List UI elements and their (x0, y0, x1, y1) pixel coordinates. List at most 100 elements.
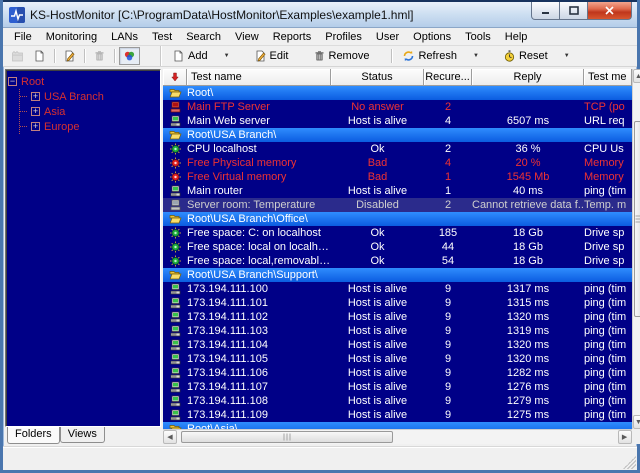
table-row[interactable]: 173.194.111.108Host is alive91279 msping… (163, 394, 632, 408)
scroll-up-icon[interactable]: ▲ (633, 69, 640, 83)
server-green-icon (169, 283, 182, 295)
table-row[interactable]: 173.194.111.101Host is alive91315 msping… (163, 296, 632, 310)
table-row[interactable]: Free space: local on localhostOk4418 GbD… (163, 240, 632, 254)
menu-lans[interactable]: LANs (104, 30, 145, 44)
scroll-right-icon[interactable]: ▶ (618, 430, 632, 444)
menu-bar: FileMonitoringLANsTestSearchViewReportsP… (3, 28, 637, 46)
table-row[interactable]: Free space: local,removable on loc...Ok5… (163, 254, 632, 268)
remove-button[interactable]: Remove (308, 47, 375, 65)
table-row[interactable]: 173.194.111.100Host is alive91317 msping… (163, 282, 632, 296)
test-method-cell: Drive sp (584, 254, 632, 268)
tab-views[interactable]: Views (60, 427, 105, 443)
table-row[interactable]: Main FTP ServerNo answer2TCP (po (163, 100, 632, 114)
table-row[interactable]: Root\ (163, 86, 632, 100)
table-row[interactable]: Free space: C: on localhostOk18518 GbDri… (163, 226, 632, 240)
table-row[interactable]: 173.194.111.104Host is alive91320 msping… (163, 338, 632, 352)
vertical-scrollbar[interactable]: ▲ ▼ (632, 69, 640, 429)
status-cell: Host is alive (331, 324, 424, 338)
reset-button[interactable]: Reset (498, 47, 553, 65)
column-header-recure[interactable]: Recure... (424, 69, 472, 86)
recurrences-cell: 9 (424, 352, 472, 366)
server-green-icon (169, 297, 182, 309)
expand-icon[interactable]: + (31, 92, 40, 101)
test-method-cell: ping (tim (584, 394, 632, 408)
table-row[interactable]: Free Virtual memoryBad11545 MbMemory (163, 170, 632, 184)
table-row[interactable]: 173.194.111.106Host is alive91282 msping… (163, 366, 632, 380)
menu-options[interactable]: Options (406, 30, 458, 44)
reset-dropdown-icon[interactable]: ▼ (555, 47, 575, 65)
tree-node-europe[interactable]: +Europe (20, 119, 158, 134)
toolbar-separator (391, 49, 392, 63)
table-row[interactable]: Free Physical memoryBad420 %Memory (163, 156, 632, 170)
menu-tools[interactable]: Tools (458, 30, 498, 44)
menu-help[interactable]: Help (498, 30, 535, 44)
close-button[interactable] (587, 2, 632, 20)
table-row[interactable]: Server room: TemperatureDisabled2Cannot … (163, 198, 632, 212)
test-method-cell: CPU Us (584, 142, 632, 156)
expand-icon[interactable]: + (31, 107, 40, 116)
minimize-button[interactable] (531, 2, 560, 20)
hscroll-track (393, 430, 618, 444)
menu-user[interactable]: User (369, 30, 406, 44)
menu-profiles[interactable]: Profiles (318, 30, 369, 44)
recurrences-cell: 9 (424, 282, 472, 296)
table-row[interactable]: Root\USA Branch\Support\ (163, 268, 632, 282)
collapse-icon[interactable]: − (8, 77, 17, 86)
test-method-cell: URL req (584, 114, 632, 128)
edit-page-button[interactable] (59, 47, 80, 65)
table-row[interactable]: CPU localhostOk236 %CPU Us (163, 142, 632, 156)
table-row[interactable]: 173.194.111.109Host is alive91275 msping… (163, 408, 632, 422)
refresh-dropdown-icon[interactable]: ▼ (464, 47, 484, 65)
resize-grip[interactable] (623, 456, 636, 469)
maximize-button[interactable] (560, 2, 587, 20)
tree-node-label: USA Branch (44, 91, 104, 103)
server-green-icon (169, 325, 182, 337)
table-row[interactable]: Root\Asia\ (163, 422, 632, 429)
vertical-scroll-thumb[interactable] (634, 121, 640, 317)
column-header-status[interactable]: Status (331, 69, 424, 86)
horizontal-scrollbar[interactable]: ◀ ▶ (163, 429, 632, 444)
scroll-left-icon[interactable]: ◀ (163, 430, 177, 444)
table-row[interactable]: 173.194.111.105Host is alive91320 msping… (163, 352, 632, 366)
table-row[interactable]: Main Web serverHost is alive46507 msURL … (163, 114, 632, 128)
menu-reports[interactable]: Reports (266, 30, 319, 44)
menu-test[interactable]: Test (145, 30, 179, 44)
status-cell: Host is alive (331, 184, 424, 198)
trash-button[interactable] (89, 47, 110, 65)
menu-monitoring[interactable]: Monitoring (39, 30, 104, 44)
table-row[interactable]: Root\USA Branch\ (163, 128, 632, 142)
tree-node-asia[interactable]: +Asia (20, 104, 158, 119)
menu-view[interactable]: View (228, 30, 266, 44)
test-name-cell: Free Virtual memory (187, 170, 331, 184)
tab-folders[interactable]: Folders (7, 427, 60, 444)
tree-node-root[interactable]: −Root (8, 74, 158, 89)
horizontal-scroll-thumb[interactable] (181, 431, 393, 443)
sort-column-header[interactable] (163, 69, 187, 86)
scroll-down-icon[interactable]: ▼ (633, 415, 640, 429)
table-row[interactable]: 173.194.111.102Host is alive91320 msping… (163, 310, 632, 324)
test-name-cell: CPU localhost (187, 142, 331, 156)
table-row[interactable]: 173.194.111.107Host is alive91276 msping… (163, 380, 632, 394)
menu-search[interactable]: Search (179, 30, 228, 44)
table-row[interactable]: Root\USA Branch\Office\ (163, 212, 632, 226)
column-header-reply[interactable]: Reply (472, 69, 584, 86)
expand-icon[interactable]: + (31, 122, 40, 131)
page-button[interactable] (29, 47, 50, 65)
tree-node-usa-branch[interactable]: + USA Branch (20, 89, 158, 104)
column-header-test-name[interactable]: Test name (187, 69, 331, 86)
reply-cell: 1275 ms (472, 408, 584, 422)
menu-file[interactable]: File (7, 30, 39, 44)
column-header-test-me[interactable]: Test me (584, 69, 632, 86)
test-method-cell: Memory (584, 170, 632, 184)
add-button[interactable]: Add (167, 47, 213, 65)
recurrences-cell: 54 (424, 254, 472, 268)
palette-button[interactable] (119, 47, 140, 65)
edit-button[interactable]: Edit (249, 47, 294, 65)
table-row[interactable]: 173.194.111.103Host is alive91319 msping… (163, 324, 632, 338)
add-dropdown-icon[interactable]: ▼ (215, 47, 235, 65)
table-row[interactable]: Main routerHost is alive140 msping (tim (163, 184, 632, 198)
refresh-button[interactable]: Refresh (397, 47, 462, 65)
new-list-button[interactable] (7, 47, 28, 65)
edit-label: Edit (270, 50, 289, 62)
folder-path: Root\ (187, 86, 632, 100)
